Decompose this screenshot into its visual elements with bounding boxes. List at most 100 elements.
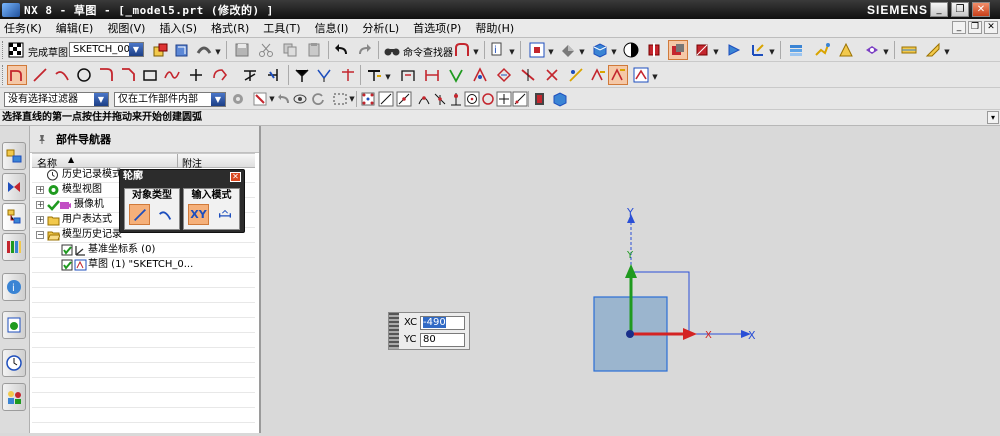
- cue-line-toggle-button[interactable]: ▾: [987, 111, 999, 124]
- restore-button[interactable]: ❐: [951, 2, 969, 17]
- refresh-icon[interactable]: [308, 89, 328, 109]
- convert-reference-icon[interactable]: [518, 65, 538, 85]
- animate-dimension-icon[interactable]: [494, 65, 514, 85]
- reuse-library-tab[interactable]: [2, 233, 26, 261]
- orient-view-icon[interactable]: [558, 40, 578, 60]
- menu-preferences[interactable]: 首选项(P): [406, 19, 468, 38]
- snap-view-icon[interactable]: [724, 40, 744, 60]
- finish-sketch-label[interactable]: 完成草图: [28, 44, 68, 59]
- expand-icon[interactable]: +: [36, 186, 44, 194]
- toolbar-grip[interactable]: [2, 65, 5, 85]
- redo-icon[interactable]: [354, 40, 374, 60]
- wcs-icon[interactable]: [748, 40, 768, 60]
- menu-help[interactable]: 帮助(H): [468, 19, 521, 38]
- sketch-style-icon[interactable]: [194, 40, 214, 60]
- origin-point[interactable]: [626, 330, 634, 338]
- menu-information[interactable]: 信息(I): [308, 19, 356, 38]
- chevron-down-icon[interactable]: ▼: [547, 47, 555, 57]
- chevron-down-icon[interactable]: ▼: [508, 47, 516, 57]
- copy-layer-icon[interactable]: [836, 40, 856, 60]
- coordinate-mode-button[interactable]: XY: [188, 204, 209, 225]
- show-constraints-icon[interactable]: [470, 65, 490, 85]
- finish-sketch-icon[interactable]: [6, 40, 26, 60]
- chevron-down-icon[interactable]: ▼: [384, 72, 392, 82]
- chevron-down-icon[interactable]: ▼: [712, 47, 720, 57]
- binoculars-icon[interactable]: [382, 40, 402, 60]
- chamfer-icon[interactable]: [118, 65, 138, 85]
- roles-tab[interactable]: [2, 383, 26, 411]
- chevron-down-icon[interactable]: ▼: [610, 47, 618, 57]
- alternate-solution-icon[interactable]: [542, 65, 562, 85]
- feature-group-icon[interactable]: [899, 40, 919, 60]
- mdi-close-button[interactable]: ✕: [984, 21, 998, 34]
- snap-endpoint-icon[interactable]: [358, 89, 378, 109]
- expand-icon[interactable]: +: [36, 201, 44, 209]
- auto-constrain-icon[interactable]: [446, 65, 466, 85]
- snap-line-icon[interactable]: [376, 89, 396, 109]
- chevron-down-icon[interactable]: ▼: [578, 47, 586, 57]
- selection-scope-select[interactable]: 仅在工作部件内部 ▼: [114, 92, 226, 107]
- snap-midpoint-icon[interactable]: [394, 89, 414, 109]
- clip-section-icon[interactable]: [692, 40, 712, 60]
- reattach-icon[interactable]: [172, 40, 192, 60]
- layer-settings-icon[interactable]: [786, 40, 806, 60]
- quick-trim-icon[interactable]: [240, 65, 260, 85]
- infer-settings-icon[interactable]: [566, 65, 586, 85]
- select-rectangle-icon[interactable]: [330, 89, 350, 109]
- intersection-point-icon[interactable]: [338, 65, 358, 85]
- quick-extend-icon[interactable]: [264, 65, 284, 85]
- pencil-ruler-icon[interactable]: [923, 40, 943, 60]
- mdi-minimize-button[interactable]: _: [952, 21, 966, 34]
- tree-row-sketch[interactable]: 草图 (1) "SKETCH_0...: [32, 258, 255, 273]
- part-navigator-tab[interactable]: [2, 203, 26, 231]
- gear-icon[interactable]: [228, 89, 248, 109]
- close-icon[interactable]: ✕: [230, 172, 241, 182]
- chevron-down-icon[interactable]: ▼: [943, 47, 951, 57]
- measure-icon[interactable]: [862, 40, 882, 60]
- create-inferred-constraints-icon[interactable]: [608, 65, 628, 85]
- expand-icon[interactable]: +: [36, 216, 44, 224]
- relations-browser-icon[interactable]: [588, 65, 608, 85]
- parameter-mode-button[interactable]: [214, 204, 235, 225]
- tree-row-datum-csys[interactable]: 基准坐标系 (0): [32, 243, 255, 258]
- xc-input[interactable]: -490: [420, 316, 465, 330]
- fit-view-icon[interactable]: [527, 40, 547, 60]
- type-filter-select[interactable]: 没有选择过滤器 ▼: [4, 92, 109, 107]
- checkbox-checked-icon[interactable]: [61, 244, 74, 256]
- offset-curve-icon[interactable]: [210, 65, 230, 85]
- cut-icon[interactable]: [256, 40, 276, 60]
- continuous-auto-dimension-icon[interactable]: [631, 65, 651, 85]
- line-icon[interactable]: [30, 65, 50, 85]
- rectangle-icon[interactable]: [140, 65, 160, 85]
- profile-icon[interactable]: [7, 65, 27, 85]
- color-filter-icon[interactable]: [530, 89, 550, 109]
- toolbar-grip[interactable]: [2, 41, 5, 59]
- history-tab[interactable]: [2, 349, 26, 377]
- menu-format[interactable]: 格式(R): [204, 19, 256, 38]
- snap-point-on-curve-icon[interactable]: [510, 89, 530, 109]
- show-hide-icon[interactable]: [668, 40, 688, 60]
- sketch-name-select[interactable]: SKETCH_000 ▼: [69, 42, 144, 57]
- part-selection-icon[interactable]: [550, 89, 570, 109]
- make-corner-icon[interactable]: [292, 65, 312, 85]
- collapse-icon[interactable]: −: [36, 231, 44, 239]
- undo-icon[interactable]: [332, 40, 352, 60]
- menu-insert[interactable]: 插入(S): [152, 19, 204, 38]
- menu-analysis[interactable]: 分析(L): [355, 19, 406, 38]
- fillet-icon[interactable]: [96, 65, 116, 85]
- yc-input[interactable]: 80: [420, 333, 465, 347]
- move-layer-icon[interactable]: [812, 40, 832, 60]
- view-selection-icon[interactable]: [290, 89, 310, 109]
- curve-icon[interactable]: [452, 40, 472, 60]
- rendering-style-icon[interactable]: [590, 40, 610, 60]
- line-mode-button[interactable]: [129, 204, 150, 225]
- orient-to-sketch-icon[interactable]: [150, 40, 170, 60]
- pin-icon[interactable]: [36, 133, 48, 145]
- chevron-down-icon[interactable]: ▼: [651, 72, 659, 82]
- web-browser-tab[interactable]: [2, 311, 26, 339]
- chevron-down-icon[interactable]: ▼: [214, 47, 222, 57]
- info-window-icon[interactable]: i: [488, 40, 508, 60]
- background-icon[interactable]: [621, 40, 641, 60]
- save-icon[interactable]: [232, 40, 252, 60]
- menu-task[interactable]: 任务(K): [0, 19, 49, 38]
